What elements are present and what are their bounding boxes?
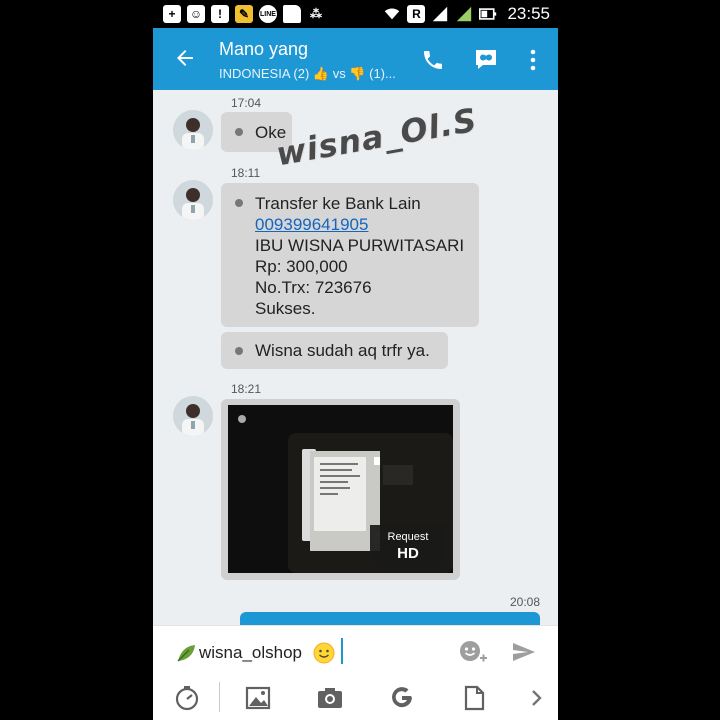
alert-icon: ! (211, 5, 229, 23)
message-text: Rp: 300,000 (255, 257, 348, 276)
line-icon: LINE (259, 5, 277, 23)
camera-icon[interactable] (316, 684, 344, 712)
avatar[interactable] (173, 180, 213, 220)
bullet-dot-icon (235, 347, 243, 355)
message-composer[interactable]: wisna_olshop (153, 625, 558, 677)
sent-message-bubble[interactable] (240, 612, 540, 625)
leaf-emoji-icon (177, 645, 195, 662)
photo-thumbnail[interactable]: Request HD (228, 405, 453, 573)
message-text: Transfer ke Bank Lain (255, 194, 421, 213)
timer-icon[interactable] (173, 684, 201, 712)
message-text: Wisna sudah aq trfr ya. (255, 341, 430, 360)
message-text: Sukses. (255, 299, 316, 318)
gallery-icon[interactable] (244, 684, 272, 712)
toolbar-divider (219, 682, 220, 712)
sd-card-icon (283, 5, 301, 23)
clock: 23:55 (507, 4, 550, 23)
document-icon[interactable] (460, 684, 488, 712)
back-arrow-icon[interactable] (173, 46, 197, 70)
blackberry-icon: ⁂ (310, 7, 322, 21)
message-time: 20:08 (510, 595, 541, 609)
bbm-icon: ☺ (187, 5, 205, 23)
app-bar: Mano yang INDONESIA (2) 👍 vs 👎 (1)... (153, 28, 558, 90)
avatar[interactable] (173, 110, 213, 150)
text-cursor (341, 638, 343, 664)
more-options-icon[interactable] (528, 48, 538, 72)
roaming-icon: R (407, 5, 426, 23)
broom-icon: ✎ (235, 5, 253, 23)
message-text: IBU WISNA PURWITASARI (255, 236, 465, 255)
person-photo (173, 110, 213, 150)
image-message[interactable]: Request HD (221, 399, 460, 580)
sticker-add-icon[interactable] (459, 640, 489, 664)
video-chat-icon[interactable] (473, 47, 499, 71)
image-indicator-icon (238, 415, 246, 423)
watermark-text: wisna_Ol.S (273, 100, 481, 174)
google-icon[interactable] (388, 684, 416, 712)
plus-icon: + (163, 5, 181, 23)
bullet-dot-icon (235, 128, 243, 136)
battery-icon (479, 8, 497, 20)
status-bar: + ☺ ! ✎ LINE ⁂ R 23:55 (153, 0, 558, 28)
chat-subtitle: INDONESIA (2) 👍 vs 👎 (1)... (219, 66, 396, 81)
request-hd-button[interactable]: Request HD (370, 525, 446, 567)
message-bubble[interactable]: Wisna sudah aq trfr ya. (221, 332, 448, 369)
person-photo (173, 180, 213, 220)
bullet-dot-icon (235, 199, 243, 207)
signal-icon (433, 6, 448, 22)
call-icon[interactable] (421, 48, 445, 72)
attachment-toolbar (153, 677, 558, 720)
request-label: Request (387, 531, 429, 543)
smiley-emoji-icon (313, 642, 335, 664)
message-text: No.Trx: 723676 (255, 278, 372, 297)
account-number-link[interactable]: 009399641905 (255, 214, 368, 235)
hd-label: HD (397, 545, 419, 562)
message-bubble[interactable]: Transfer ke Bank Lain 009399641905 IBU W… (221, 183, 479, 327)
message-time: 17:04 (231, 96, 262, 110)
chevron-right-icon[interactable] (523, 684, 551, 712)
chat-title[interactable]: Mano yang (219, 39, 308, 60)
send-icon[interactable] (511, 640, 537, 664)
message-time: 18:11 (231, 166, 261, 180)
signal-icon (457, 6, 472, 22)
avatar[interactable] (173, 396, 213, 436)
chat-area[interactable]: 17:04 Oke 18:11 Transfer ke Bank Lain 00… (153, 90, 558, 625)
wifi-icon (385, 8, 400, 20)
message-time: 18:21 (231, 382, 262, 396)
person-photo (173, 396, 213, 436)
message-input[interactable]: wisna_olshop (199, 643, 302, 663)
